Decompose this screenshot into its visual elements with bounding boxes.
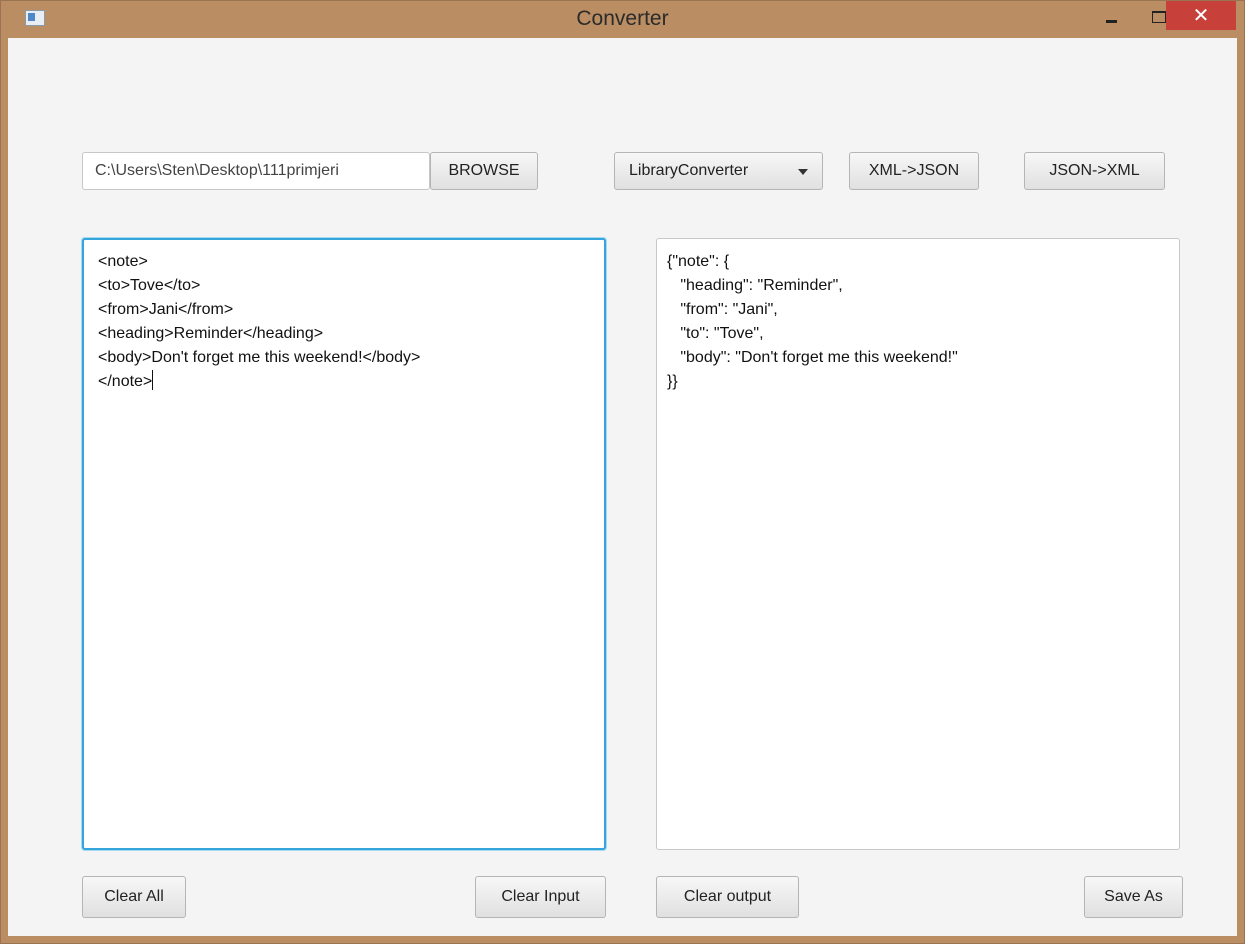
- close-button[interactable]: ✕: [1166, 0, 1236, 30]
- output-line: }}: [667, 373, 678, 390]
- client-area: C:\Users\Sten\Desktop\111primjeri BROWSE…: [8, 38, 1237, 936]
- input-line: <body>Don't forget me this weekend!</bod…: [98, 349, 421, 366]
- maximize-icon: [1152, 11, 1166, 23]
- output-textarea[interactable]: {"note": { "heading": "Reminder", "from"…: [656, 238, 1180, 850]
- output-line: "from": "Jani",: [667, 301, 778, 318]
- input-line: <note>: [98, 253, 148, 270]
- input-line: </note>: [98, 373, 153, 390]
- output-line: "to": "Tove",: [667, 325, 764, 342]
- input-textarea[interactable]: <note> <to>Tove</to> <from>Jani</from> <hea…: [82, 238, 606, 850]
- input-line-last: </note>: [98, 370, 590, 394]
- output-line: "body": "Don't forget me this weekend!": [667, 349, 958, 366]
- title-bar[interactable]: Converter ✕: [0, 0, 1245, 38]
- browse-button[interactable]: BROWSE: [430, 152, 538, 190]
- input-line: <from>Jani</from>: [98, 301, 234, 318]
- input-line: <to>Tove</to>: [98, 277, 201, 294]
- clear-input-button[interactable]: Clear Input: [475, 876, 606, 918]
- xml-to-json-button[interactable]: XML->JSON: [849, 152, 979, 190]
- converter-select[interactable]: LibraryConverter: [614, 152, 823, 190]
- file-path-field[interactable]: C:\Users\Sten\Desktop\111primjeri: [82, 152, 430, 190]
- save-as-button[interactable]: Save As: [1084, 876, 1183, 918]
- output-line: {"note": {: [667, 253, 730, 270]
- output-line: "heading": "Reminder",: [667, 277, 843, 294]
- clear-all-button[interactable]: Clear All: [82, 876, 186, 918]
- converter-window: Converter ✕ C:\Users\Sten\Desktop\111pri…: [0, 0, 1245, 944]
- window-title: Converter: [576, 7, 669, 30]
- minimize-icon: [1105, 19, 1117, 23]
- chevron-down-icon: [798, 169, 808, 175]
- input-line: <heading>Reminder</heading>: [98, 325, 324, 342]
- text-caret: [152, 370, 154, 390]
- close-icon: ✕: [1192, 4, 1210, 27]
- converter-select-value: LibraryConverter: [629, 162, 749, 179]
- minimize-button[interactable]: [1088, 2, 1134, 32]
- clear-output-button[interactable]: Clear output: [656, 876, 799, 918]
- json-to-xml-button[interactable]: JSON->XML: [1024, 152, 1165, 190]
